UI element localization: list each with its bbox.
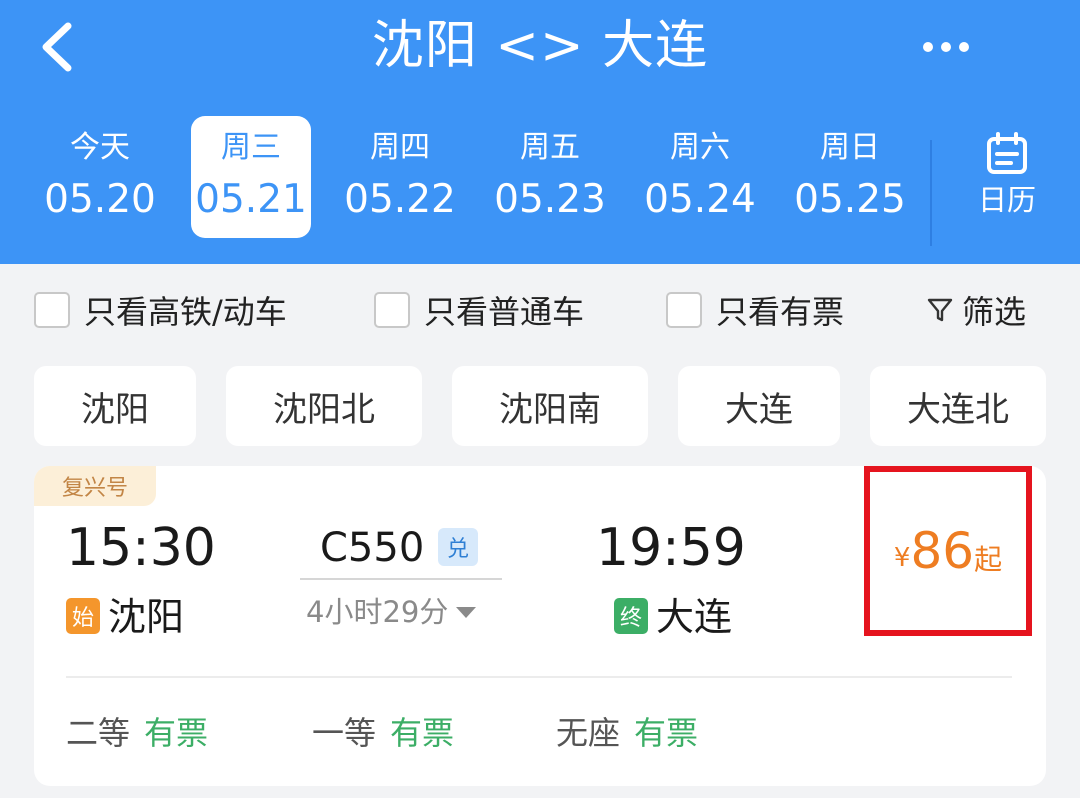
funnel-icon — [927, 298, 953, 322]
departure-station: 沈阳 — [108, 595, 185, 639]
terminal-tag: 终 — [614, 598, 648, 634]
date-weekday: 周四 — [370, 130, 430, 165]
duration-text: 4小时29分 — [306, 595, 449, 629]
price-currency: ¥ — [893, 543, 911, 573]
checkbox-box — [34, 292, 70, 328]
more-dot-icon — [923, 42, 933, 52]
top-header: 沈阳 <> 大连 今天 05.20 周三 05.21 周四 05.22 周五 0… — [0, 0, 1080, 264]
available-only-checkbox[interactable]: 只看有票 — [666, 290, 845, 331]
checkbox-label: 只看高铁/动车 — [84, 293, 287, 331]
more-button[interactable] — [908, 22, 984, 72]
date-tab-1[interactable]: 周三 05.21 — [191, 116, 311, 238]
calendar-button[interactable]: 日历 — [962, 124, 1052, 234]
station-chip-1[interactable]: 沈阳北 — [226, 366, 422, 446]
more-dot-icon — [959, 42, 969, 52]
date-value: 05.24 — [644, 177, 756, 222]
calendar-divider — [930, 140, 932, 246]
train-number: C550 — [320, 525, 425, 571]
checkbox-label: 只看普通车 — [424, 293, 585, 331]
date-weekday: 周日 — [820, 130, 880, 165]
date-tab-0[interactable]: 今天 05.20 — [40, 116, 160, 238]
calendar-icon — [987, 132, 1027, 174]
date-weekday: 今天 — [70, 130, 130, 165]
caret-down-icon — [456, 606, 477, 618]
exchange-tag: 兑 — [438, 528, 478, 566]
seat-status: 有票 — [634, 714, 699, 752]
station-chip-0[interactable]: 沈阳 — [34, 366, 196, 446]
checkbox-box — [666, 292, 702, 328]
date-tab-2[interactable]: 周四 05.22 — [340, 116, 460, 238]
duration-line — [300, 578, 502, 580]
date-weekday: 周五 — [520, 130, 580, 165]
train-type-badge: 复兴号 — [34, 466, 156, 506]
date-value: 05.22 — [344, 177, 456, 222]
seat-divider — [66, 676, 1012, 678]
date-value: 05.21 — [195, 177, 307, 222]
more-dot-icon — [941, 42, 951, 52]
date-value: 05.23 — [494, 177, 606, 222]
date-value: 05.20 — [44, 177, 156, 222]
seat-no-seat: 无座 有票 — [556, 712, 698, 754]
seat-class: 二等 — [66, 714, 131, 752]
calendar-label: 日历 — [977, 183, 1036, 217]
station-chip-3[interactable]: 大连 — [678, 366, 840, 446]
seat-status: 有票 — [390, 714, 455, 752]
checkbox-box — [374, 292, 410, 328]
date-weekday: 周六 — [670, 130, 730, 165]
station-chip-4[interactable]: 大连北 — [870, 366, 1046, 446]
high-speed-only-checkbox[interactable]: 只看高铁/动车 — [34, 290, 287, 331]
origin-tag: 始 — [66, 598, 100, 634]
price-highlight[interactable]: ¥ 86 起 — [864, 466, 1032, 636]
arrival-time: 19:59 — [596, 518, 746, 578]
date-value: 05.25 — [794, 177, 906, 222]
price-amount: 86 — [910, 522, 975, 580]
seat-first-class: 一等 有票 — [312, 712, 454, 754]
date-tab-4[interactable]: 周六 05.24 — [640, 116, 760, 238]
date-weekday: 周三 — [221, 130, 281, 165]
seat-class: 一等 — [312, 714, 377, 752]
price-suffix: 起 — [974, 543, 1003, 576]
checkbox-label: 只看有票 — [716, 293, 845, 331]
departure-time: 15:30 — [66, 518, 216, 578]
filter-bar: 只看高铁/动车 只看普通车 只看有票 筛选 — [0, 270, 1080, 348]
date-tab-5[interactable]: 周日 05.25 — [790, 116, 910, 238]
filter-button[interactable]: 筛选 — [926, 290, 1027, 331]
seat-class: 无座 — [556, 714, 621, 752]
seat-status: 有票 — [144, 714, 209, 752]
arrival-station: 大连 — [656, 595, 733, 639]
station-chip-2[interactable]: 沈阳南 — [452, 366, 648, 446]
normal-train-only-checkbox[interactable]: 只看普通车 — [374, 290, 585, 331]
duration-toggle[interactable]: 4小时29分 — [306, 592, 477, 632]
seat-second-class: 二等 有票 — [66, 712, 208, 754]
date-tab-3[interactable]: 周五 05.23 — [490, 116, 610, 238]
filter-label: 筛选 — [962, 293, 1027, 331]
